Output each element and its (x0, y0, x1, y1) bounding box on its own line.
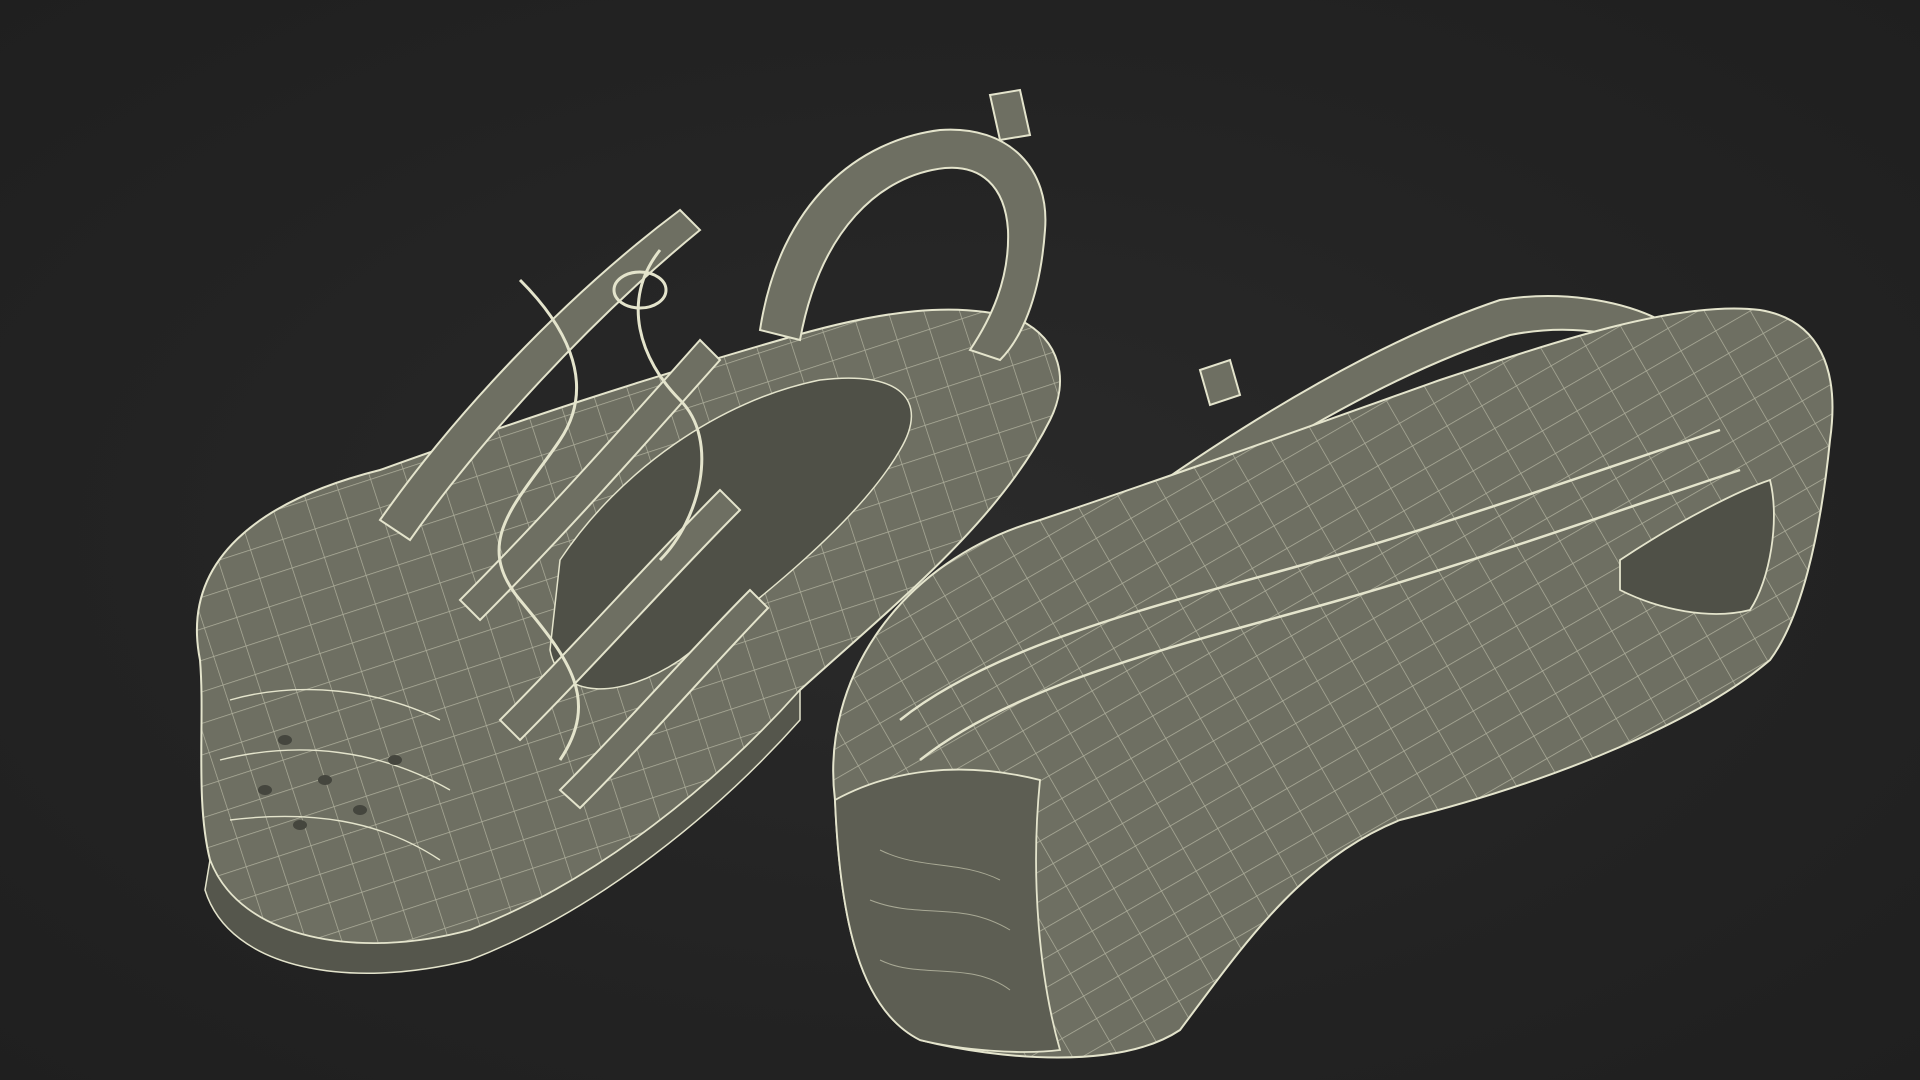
wireframe-render (195, 88, 1834, 1059)
render-viewport (0, 0, 1920, 1080)
